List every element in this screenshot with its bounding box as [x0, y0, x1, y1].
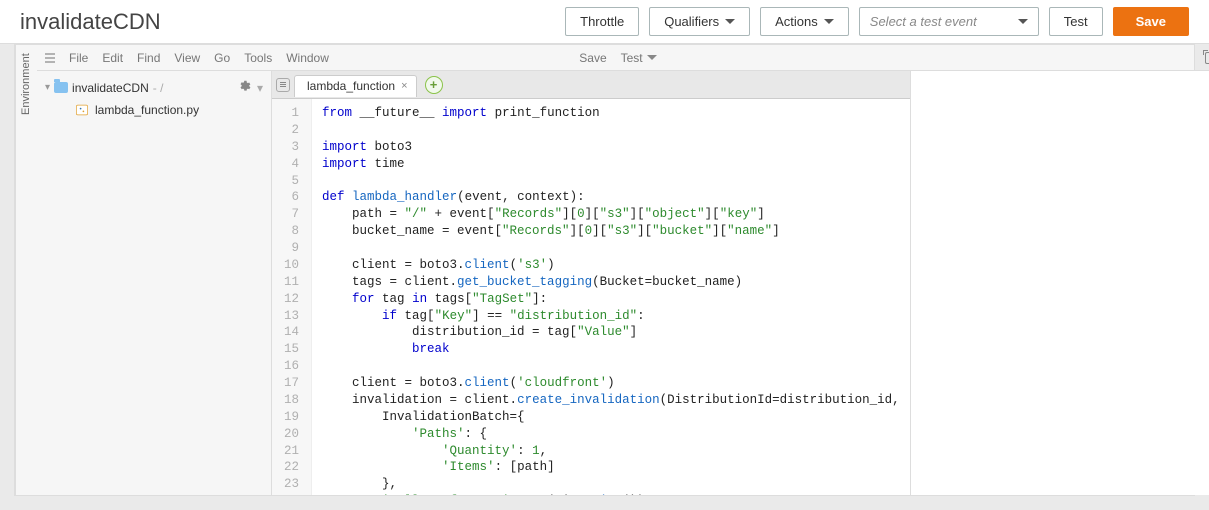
file-tree: ▾ invalidateCDN - / ▾ lambda_funct — [37, 71, 272, 495]
list-icon[interactable] — [45, 53, 55, 63]
caret-down-icon — [824, 19, 834, 24]
editor-body: File Edit Find View Go Tools Window Save… — [37, 45, 1209, 495]
file-tab-label: lambda_function — [307, 79, 395, 93]
menu-window[interactable]: Window — [286, 51, 329, 65]
menu-file[interactable]: File — [69, 51, 88, 65]
close-tab-icon[interactable]: × — [401, 80, 407, 92]
save-button[interactable]: Save — [1113, 7, 1189, 36]
file-name: lambda_function.py — [95, 103, 199, 117]
qualifiers-dropdown[interactable]: Qualifiers — [649, 7, 750, 36]
environment-tab-label[interactable]: Environment — [15, 45, 37, 495]
file-row[interactable]: lambda_function.py — [43, 100, 265, 120]
function-title: invalidateCDN — [20, 9, 161, 35]
code-area[interactable]: 1234567891011121314151617181920212223242… — [272, 99, 910, 495]
tree-root-row[interactable]: ▾ invalidateCDN - / ▾ — [43, 75, 265, 100]
editor-menubar: File Edit Find View Go Tools Window Save… — [37, 45, 1209, 71]
menu-test-label: Test — [621, 51, 643, 65]
menu-find[interactable]: Find — [137, 51, 160, 65]
tree-root-name: invalidateCDN — [72, 81, 149, 95]
test-label: Test — [1064, 14, 1088, 29]
add-tab-button[interactable]: + — [425, 76, 443, 94]
menu-go[interactable]: Go — [214, 51, 230, 65]
tree-gear-icon[interactable] — [237, 79, 251, 96]
actions-dropdown[interactable]: Actions — [760, 7, 849, 36]
code-panel: lambda_function × + 12345678910111213141… — [272, 71, 910, 495]
right-panel-blank — [910, 71, 1209, 495]
menu-view[interactable]: View — [174, 51, 200, 65]
editor-main: ▾ invalidateCDN - / ▾ lambda_funct — [37, 71, 1209, 495]
test-event-select[interactable]: Select a test event — [859, 7, 1039, 36]
menu-test-dropdown[interactable]: Test — [621, 51, 657, 65]
tree-root-suffix: - / — [153, 81, 164, 95]
caret-down-icon — [1018, 19, 1028, 24]
menu-edit[interactable]: Edit — [102, 51, 123, 65]
test-event-placeholder: Select a test event — [870, 14, 977, 29]
actions-label: Actions — [775, 14, 818, 29]
tree-toggle-icon[interactable]: ▾ — [45, 82, 50, 93]
line-number-gutter: 1234567891011121314151617181920212223242… — [272, 99, 312, 495]
tab-strip: lambda_function × + — [272, 71, 910, 99]
tab-list-icon[interactable] — [276, 78, 290, 92]
qualifiers-label: Qualifiers — [664, 14, 719, 29]
file-tab[interactable]: lambda_function × — [294, 75, 417, 97]
menu-save[interactable]: Save — [579, 51, 606, 65]
caret-down-icon — [647, 55, 657, 60]
python-file-icon — [75, 103, 89, 117]
page-header: invalidateCDN Throttle Qualifiers Action… — [0, 0, 1209, 44]
folder-icon — [54, 82, 68, 93]
throttle-button[interactable]: Throttle — [565, 7, 639, 36]
caret-down-icon — [725, 19, 735, 24]
editor-wrapper: Environment File Edit Find View Go Tools… — [0, 44, 1209, 510]
menu-tools[interactable]: Tools — [244, 51, 272, 65]
code-lines[interactable]: from __future__ import print_function im… — [312, 99, 910, 495]
test-button[interactable]: Test — [1049, 7, 1103, 36]
editor-panel: Environment File Edit Find View Go Tools… — [14, 44, 1195, 496]
throttle-label: Throttle — [580, 14, 624, 29]
fullscreen-icon[interactable] — [1205, 52, 1209, 64]
save-label: Save — [1136, 14, 1166, 29]
header-toolbar: Throttle Qualifiers Actions Select a tes… — [565, 7, 1189, 36]
tree-menu-caret-icon[interactable]: ▾ — [257, 81, 263, 95]
